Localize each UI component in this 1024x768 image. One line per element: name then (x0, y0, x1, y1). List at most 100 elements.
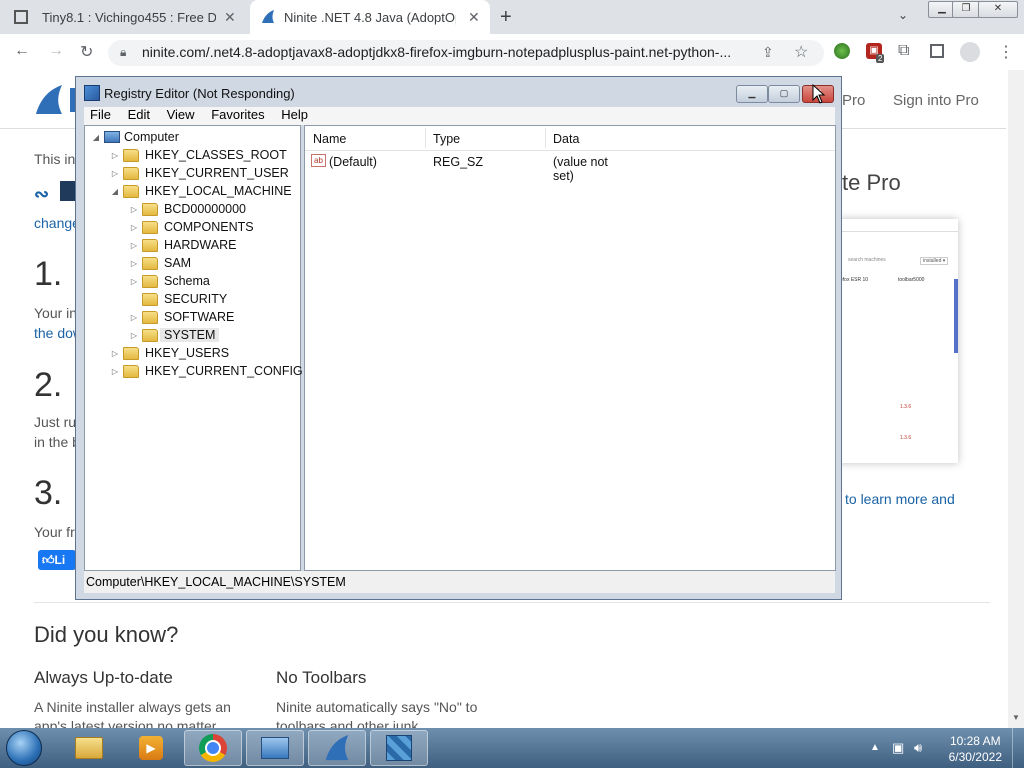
sign-in-link[interactable]: Sign into Pro (893, 92, 979, 109)
status-bar: Computer\HKEY_LOCAL_MACHINE\SYSTEM (84, 571, 835, 593)
feature-2-title: No Toolbars (276, 668, 367, 687)
expand-arrow-icon[interactable]: ▷ (110, 367, 120, 376)
collapse-arrow-icon[interactable]: ◢ (91, 133, 101, 142)
volume-icon[interactable]: 🔊︎ (914, 740, 922, 756)
menu-edit[interactable]: Edit (128, 107, 150, 122)
value-name: (Default) (329, 155, 377, 169)
feature-1-text-2: app's latest version no matter (34, 718, 217, 728)
expand-arrow-icon[interactable]: ▷ (129, 331, 139, 340)
chevron-down-icon[interactable]: ⌄ (898, 8, 908, 22)
step-3-number: 3. (34, 474, 63, 512)
tree-node-schema[interactable]: ▷ Schema (129, 272, 210, 290)
folder-icon (142, 292, 158, 306)
tab-tiny81[interactable]: Tiny8.1 : Vichingo455 : Free Dow ✕ (14, 0, 246, 34)
expand-arrow-icon[interactable]: ▷ (110, 151, 120, 160)
registry-editor-window: Registry Editor (Not Responding) ▁ ▢ ✕ F… (75, 76, 842, 600)
reload-icon[interactable]: ↻ (80, 42, 93, 62)
menu-file[interactable]: File (90, 107, 111, 122)
registry-tree[interactable]: ◢ Computer ▷ HKEY_CLASSES_ROOT ▷ HKEY_CU… (84, 125, 303, 571)
nav-pro-link[interactable]: Pro (842, 92, 865, 109)
folder-icon (142, 328, 158, 342)
taskbar-control-panel[interactable] (246, 730, 304, 766)
tree-node-system[interactable]: ▷ SYSTEM (129, 326, 220, 344)
tree-node-hkey-local-machine[interactable]: ◢ HKEY_LOCAL_MACHINE (110, 182, 292, 200)
tree-node-hkey-classes-root[interactable]: ▷ HKEY_CLASSES_ROOT (110, 146, 287, 164)
expand-arrow-icon[interactable]: ▷ (129, 223, 139, 232)
expand-arrow-icon[interactable]: ▷ (129, 241, 139, 250)
menu-view[interactable]: View (167, 107, 195, 122)
ninite-logo-icon[interactable] (34, 84, 64, 116)
taskbar-chrome[interactable] (184, 730, 242, 766)
learn-more-link[interactable]: to learn more and (845, 491, 955, 507)
forward-icon[interactable]: → (48, 42, 64, 60)
lock-icon[interactable]: 🔒︎ (120, 45, 126, 60)
tab-title: Ninite .NET 4.8 Java (AdoptOpen (284, 9, 456, 25)
table-row[interactable]: ab (Default) REG_SZ (value not set) (311, 153, 611, 183)
change-link[interactable]: change (34, 215, 80, 231)
taskbar-clock[interactable]: 10:28 AM 6/30/2022 (949, 733, 1002, 765)
tree-node-components[interactable]: ▷ COMPONENTS (129, 218, 254, 236)
menu-help[interactable]: Help (281, 107, 308, 122)
tree-node-bcd[interactable]: ▷ BCD00000000 (129, 200, 246, 218)
collapse-arrow-icon[interactable]: ◢ (110, 187, 120, 196)
tree-node-computer[interactable]: ◢ Computer (91, 128, 179, 146)
share-icon[interactable]: ⇪ (762, 44, 774, 61)
column-header-name[interactable]: Name (313, 132, 346, 146)
network-icon[interactable]: ▣ (892, 740, 904, 756)
profile-avatar[interactable] (960, 42, 980, 62)
expand-arrow-icon[interactable]: ▷ (110, 349, 120, 358)
tab-ninite[interactable]: Ninite .NET 4.8 Java (AdoptOpen ✕ (250, 0, 490, 34)
page-scrollbar[interactable] (1008, 70, 1024, 728)
taskbar-media-player[interactable]: ▶ (122, 730, 180, 766)
clock-date: 6/30/2022 (948, 750, 1002, 764)
expand-arrow-icon[interactable]: ▷ (129, 259, 139, 268)
column-header-data[interactable]: Data (553, 132, 579, 146)
show-desktop-button[interactable] (1012, 728, 1024, 768)
bookmark-star-icon[interactable]: ☆ (794, 42, 808, 62)
expand-arrow-icon[interactable]: ▷ (129, 205, 139, 214)
side-panel-icon[interactable] (930, 44, 944, 58)
back-icon[interactable]: ← (14, 42, 30, 60)
tree-node-hkey-current-user[interactable]: ▷ HKEY_CURRENT_USER (110, 164, 289, 182)
maximize-button[interactable]: ▢ (768, 85, 800, 103)
url-text[interactable]: ninite.com/.net4.8-adoptjavax8-adoptjdkx… (142, 44, 731, 60)
window-title: Registry Editor (Not Responding) (104, 86, 295, 101)
menu-dots-icon[interactable]: ⋮ (998, 42, 1014, 62)
column-header-type[interactable]: Type (433, 132, 460, 146)
tree-node-security[interactable]: SECURITY (129, 290, 227, 308)
minimize-button[interactable]: ▁ (736, 85, 768, 103)
taskbar-regedit[interactable] (370, 730, 428, 766)
close-icon[interactable]: ✕ (468, 9, 480, 26)
close-window-button[interactable]: ✕ (978, 1, 1018, 18)
facebook-like-button[interactable]: 👍︎Li (38, 550, 76, 570)
tree-node-sam[interactable]: ▷ SAM (129, 254, 191, 272)
tree-node-software[interactable]: ▷ SOFTWARE (129, 308, 234, 326)
start-button[interactable] (6, 730, 42, 766)
restore-button[interactable]: ❐ (952, 1, 980, 18)
new-tab-button[interactable]: + (500, 6, 512, 29)
expand-arrow-icon[interactable]: ▷ (129, 313, 139, 322)
step-2-text-2: in the b (34, 434, 80, 450)
folder-icon (142, 310, 158, 324)
tab-title: Tiny8.1 : Vichingo455 : Free Dow (42, 9, 216, 25)
step-2-text: Just ru (34, 414, 77, 430)
expand-arrow-icon[interactable]: ▷ (129, 277, 139, 286)
browser-tab-strip: Tiny8.1 : Vichingo455 : Free Dow ✕ Ninit… (0, 0, 1024, 34)
string-value-icon: ab (311, 154, 326, 167)
tree-node-hkey-current-config[interactable]: ▷ HKEY_CURRENT_CONFIG (110, 362, 303, 380)
taskbar-explorer[interactable] (60, 730, 118, 766)
show-hidden-icons-icon[interactable]: ▲ (870, 742, 880, 753)
folder-icon (142, 256, 158, 270)
taskbar-ninite[interactable] (308, 730, 366, 766)
extension-globe-icon[interactable] (834, 43, 850, 59)
dotnet-icon: ∾ (34, 184, 50, 204)
tree-node-hkey-users[interactable]: ▷ HKEY_USERS (110, 344, 229, 362)
menu-favorites[interactable]: Favorites (211, 107, 264, 122)
close-icon[interactable]: ✕ (224, 9, 236, 26)
scroll-down-icon[interactable]: ▼ (1012, 713, 1020, 722)
chrome-icon (199, 734, 227, 762)
expand-arrow-icon[interactable]: ▷ (110, 169, 120, 178)
puzzle-icon[interactable]: ⧉ (898, 42, 909, 60)
registry-values-list[interactable]: Name Type Data ab (Default) REG_SZ (valu… (304, 125, 836, 571)
tree-node-hardware[interactable]: ▷ HARDWARE (129, 236, 237, 254)
